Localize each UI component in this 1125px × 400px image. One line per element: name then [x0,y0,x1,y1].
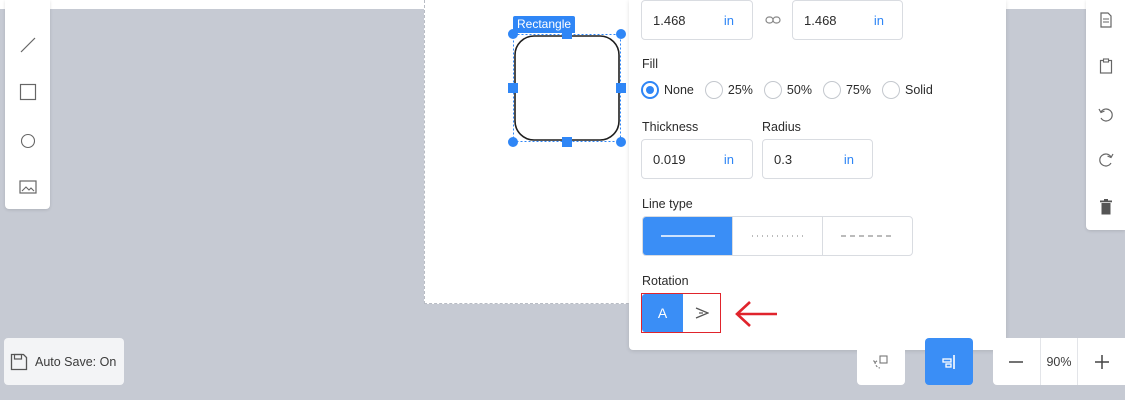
line-type-solid-button[interactable] [643,217,733,255]
zoom-level: 90% [1039,338,1079,385]
circle-icon [20,133,35,149]
undo-button[interactable] [1086,95,1125,135]
save-icon [10,353,28,370]
thickness-field[interactable]: 0.019 in [641,139,753,179]
left-toolbar [5,0,50,209]
radio-icon [763,81,782,99]
radius-label: Radius [762,120,801,134]
radio-icon [822,81,841,99]
solid-line-icon [660,235,715,237]
swap-orientation-button[interactable] [857,338,905,385]
undo-icon [1097,108,1113,122]
paste-icon [1099,58,1112,74]
fill-option-75[interactable]: 75% [822,81,871,99]
thickness-unit: in [723,152,734,167]
image-icon [18,180,37,194]
redo-button[interactable] [1086,140,1125,180]
fill-option-25[interactable]: 25% [704,81,753,99]
line-type-dotted-button[interactable] [733,217,823,255]
annotation-arrow-icon [735,301,777,327]
rectangle-icon [19,83,36,101]
copy-icon [1099,12,1112,28]
circle-tool[interactable] [5,121,50,161]
autosave-label: Auto Save: On [35,354,117,369]
radio-selected-icon [641,81,659,99]
line-type-dashed-button[interactable] [823,217,912,255]
radius-field[interactable]: 0.3 in [762,139,873,179]
radio-icon [881,81,900,99]
align-right-button[interactable] [925,338,973,385]
fill-option-none[interactable]: None [641,81,694,99]
delete-button[interactable] [1086,187,1125,227]
thickness-value: 0.019 [653,152,686,167]
align-right-icon [942,354,955,369]
delete-icon [1099,199,1112,215]
line-tool[interactable] [5,25,50,65]
thickness-label: Thickness [642,120,699,134]
fill-options: None 25% 50% 75% Solid [641,79,944,101]
swap-orientation-icon [873,354,888,369]
height-value: 1.468 [804,13,837,28]
width-value: 1.468 [653,13,686,28]
width-unit: in [723,13,734,28]
height-unit: in [873,13,884,28]
radius-value: 0.3 [774,152,793,167]
rotated-text-icon [695,307,709,319]
image-tool[interactable] [5,167,50,207]
rectangle-tool[interactable] [5,72,50,112]
width-field[interactable]: 1.468 in [641,0,753,40]
fill-label: Fill [642,57,658,71]
properties-panel: 1.468 in 1.468 in Fill None 25% 50% 75% … [629,0,1006,350]
line-icon [20,37,35,53]
zoom-in-button[interactable] [1078,338,1125,385]
selection-handles[interactable] [506,27,628,149]
rotation-option-b-button[interactable] [683,294,720,332]
rotation-option-a-button[interactable]: A [642,294,683,332]
paste-button[interactable] [1086,46,1125,86]
line-type-selector [642,216,913,256]
minus-icon [1009,360,1024,363]
autosave-toggle[interactable]: Auto Save: On [4,338,124,385]
fill-option-solid[interactable]: Solid [881,81,933,99]
line-type-label: Line type [642,197,693,211]
fill-option-50[interactable]: 50% [763,81,812,99]
rotation-label: Rotation [642,274,689,288]
rotation-selector: A [641,293,721,333]
zoom-control: 90% [993,338,1125,385]
zoom-out-button[interactable] [993,338,1040,385]
copy-button[interactable] [1086,0,1125,40]
plus-icon [1094,354,1109,369]
dashed-line-icon [840,235,895,237]
dotted-line-icon [751,235,804,237]
radius-unit: in [843,152,854,167]
lock-aspect-link-icon[interactable] [763,12,783,28]
radio-icon [704,81,723,99]
height-field[interactable]: 1.468 in [792,0,903,40]
right-toolbar [1086,0,1125,230]
redo-icon [1098,153,1114,167]
